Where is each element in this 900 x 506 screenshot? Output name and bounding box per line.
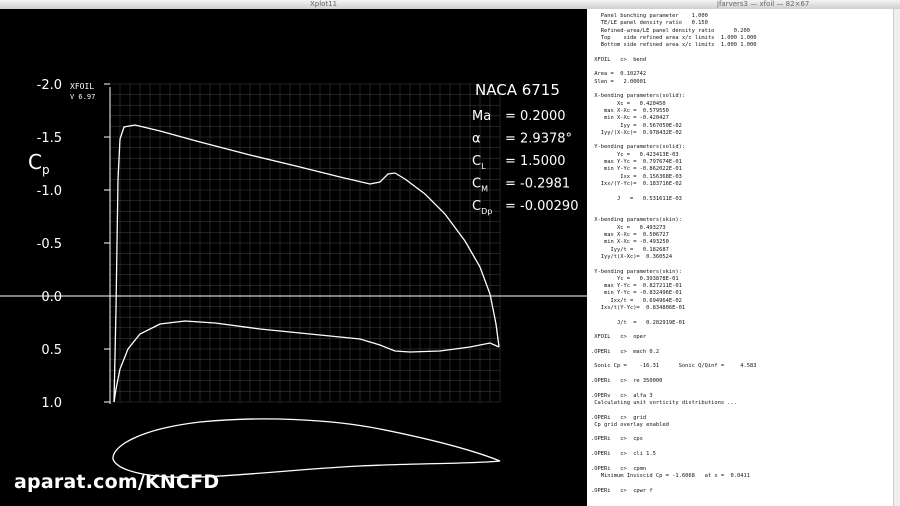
terminal-window[interactable]: Panel bunching parameter 1.000 TE/LE pan… — [587, 9, 900, 506]
terminal-line: max X-Xc = 0.579550 — [591, 107, 669, 114]
terminal-line: .OPERi c> re 350000 — [591, 378, 663, 384]
xplot-window-title: Xplot11 — [310, 0, 338, 8]
terminal-line: Ixx/t = 0.694964E-02 — [591, 297, 682, 304]
terminal-line: Ixx = 0.156368E-03 — [591, 173, 682, 180]
terminal-line: .OPERi c> cpx — [591, 436, 643, 443]
terminal-line: X-bending parameters(skin): — [591, 217, 682, 224]
terminal-line: Slen = 2.00001 — [591, 78, 647, 85]
cp-plot: -2.0 -1.5 -1.0 -0.5 0.0 0.5 1.0 XFOIL V 6.97 C… — [0, 78, 587, 478]
terminal-line: Iyy/t(X-Xc)= 0.360524 — [591, 253, 673, 260]
xfoil-label: XFOIL — [70, 82, 94, 91]
terminal-line: Y-bending parameters(solid): — [591, 144, 686, 151]
terminal-line: Area = 0.102742 — [591, 71, 647, 78]
terminal-line: max Y-Yc = 0.797674E-01 — [591, 159, 682, 165]
version-label: V 6.97 — [70, 93, 95, 101]
param-label: CL — [472, 154, 486, 171]
terminal-line: Sonic Cp = -16.31 Sonic Q/Qinf = 4.583 — [591, 363, 757, 370]
y-tick-label: -1.5 — [37, 131, 62, 146]
y-axis-ticks: -2.0 -1.5 -1.0 -0.5 0.0 0.5 1.0 — [37, 78, 110, 411]
terminal-line: .OPERi c> cpwr f — [591, 487, 653, 494]
terminal-line: Iyy/(X-Xc)= 0.978432E-02 — [591, 129, 682, 136]
terminal-line: max Y-Yc = 0.827211E-01 — [591, 283, 682, 290]
y-tick-label: 1.0 — [41, 396, 62, 411]
terminal-window-title: jfarvers3 — xfoil — 82×67 — [717, 0, 810, 8]
terminal-line: .OPERi c> cpmn — [591, 465, 647, 472]
terminal-line: TE/LE panel density ratio 0.150 — [591, 20, 708, 27]
param-value: = 1.5000 — [505, 154, 566, 169]
terminal-line: min X-Xc = -0.420427 — [591, 115, 669, 122]
xplot-window: -2.0 -1.5 -1.0 -0.5 0.0 0.5 1.0 XFOIL V 6.97 C… — [0, 9, 587, 506]
terminal-line: Iyy/t = 0.182687 — [591, 246, 669, 253]
terminal-line: .OPERi c> cli 1.5 — [591, 451, 656, 457]
terminal-line: Ixx/t(Y-Yc)= 0.834806E-01 — [591, 305, 686, 311]
terminal-line: Iyy = 0.567050E-02 — [591, 122, 682, 129]
terminal-line: J/t = 0.282919E-01 — [591, 319, 686, 326]
terminal-line: .OPERi c> grid — [591, 414, 647, 421]
param-value: = -0.2981 — [505, 177, 570, 192]
terminal-line: Yc = 0.423413E-03 — [591, 151, 679, 158]
terminal-line: XFOIL c> oper — [591, 334, 647, 341]
param-label: Ma — [472, 109, 491, 124]
terminal-line: Bottom side refined area x/c limits 1.00… — [591, 42, 757, 49]
terminal-line: Minimum Inviscid Cp = -1.6068 at x = 0.0… — [591, 472, 751, 479]
terminal-scrollbar[interactable] — [893, 9, 900, 506]
param-label: CDp — [472, 199, 492, 216]
terminal-line: Y-bending parameters(skin): — [591, 268, 682, 275]
terminal-line: Yc = 0.393878E-01 — [591, 275, 679, 282]
param-label: α — [472, 132, 481, 147]
watermark: aparat.com/KNCFD — [14, 471, 220, 493]
param-value: = 2.9378° — [505, 132, 572, 147]
airfoil-outline — [112, 418, 501, 478]
y-tick-label: 0.0 — [41, 290, 62, 305]
y-tick-label: -2.0 — [37, 78, 62, 93]
upper-cp-curve — [113, 124, 500, 403]
terminal-line: Refined-area/LE panel density ratio 0.20… — [591, 27, 751, 34]
param-value: = -0.00290 — [505, 199, 578, 214]
terminal-line: Panel bunching parameter 1.000 — [591, 13, 708, 19]
y-tick-label: 0.5 — [41, 343, 62, 358]
flow-params: Ma = 0.2000 α = 2.9378° CL = 1.5000 CM = -0.298… — [472, 109, 578, 216]
terminal-line: XFOIL c> bend — [591, 56, 647, 63]
terminal-line: min Y-Yc = -0.862022E-01 — [591, 166, 682, 173]
terminal-line: J = 0.531611E-03 — [591, 195, 682, 202]
terminal-line: Top side refined area x/c limits 1.000 1… — [591, 34, 757, 41]
cp-axis-label: Cp — [28, 150, 50, 177]
lower-cp-curve — [113, 320, 500, 403]
param-value: = 0.2000 — [505, 109, 566, 124]
plot-grid — [110, 83, 501, 403]
terminal-line: Ixx/(Y-Yc)= 0.183716E-02 — [591, 180, 682, 187]
terminal-line: X-bending parameters(solid): — [591, 93, 686, 100]
terminal-line: Cp grid overlay enabled — [591, 421, 669, 428]
terminal-line: max X-Xc = 0.506727 — [591, 232, 669, 238]
airfoil-name: NACA 6715 — [475, 81, 560, 99]
terminal-line: Xc = 0.493273 — [591, 224, 666, 231]
terminal-line: min X-Xc = -0.493250 — [591, 239, 669, 246]
terminal-line: .OPERv c> alfa 3 — [591, 392, 653, 399]
terminal-line: .OPERi c> mach 0.2 — [591, 348, 660, 355]
terminal-line: min Y-Yc = -0.832496E-01 — [591, 290, 682, 297]
y-tick-label: -0.5 — [37, 237, 62, 252]
param-label: CM — [472, 177, 488, 194]
terminal-line: Calculating unit vorticity distributions… — [591, 399, 738, 406]
y-tick-label: -1.0 — [37, 184, 62, 199]
terminal-line: Xc = 0.420450 — [591, 100, 666, 107]
